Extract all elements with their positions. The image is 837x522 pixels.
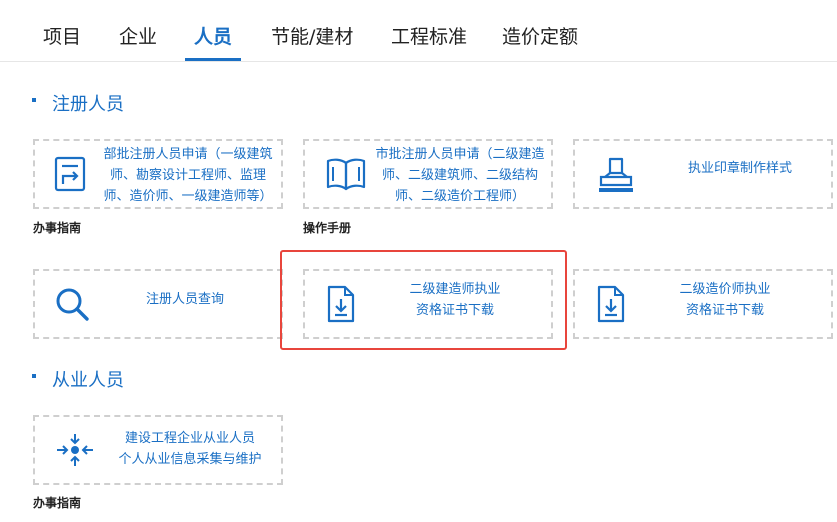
tab-project[interactable]: 项目 (43, 22, 81, 49)
card-registered-personnel-query[interactable]: 注册人员查询 (33, 269, 283, 339)
section-bullet (32, 98, 36, 102)
section-title-registered: 注册人员 (52, 94, 124, 115)
card-label-line: 个人从业信息采集与维护 (118, 452, 262, 467)
tab-engineering-standards[interactable]: 工程标准 (391, 22, 467, 49)
tab-cost-quota[interactable]: 造价定额 (502, 22, 578, 49)
card-label-line: 资格证书下载 (685, 303, 764, 318)
section-bullet (32, 374, 36, 378)
tab-enterprise[interactable]: 企业 (119, 22, 157, 49)
tab-energy-materials[interactable]: 节能/建材 (271, 22, 353, 49)
card-practitioner-info-maintenance[interactable]: 建设工程企业从业人员 个人从业信息采集与维护 (33, 415, 283, 485)
card-label-line: 注册人员查询 (145, 292, 224, 307)
stamp-icon (599, 157, 633, 192)
card-label-line: 执业印章制作样式 (687, 161, 792, 176)
card-label-line: 市批注册人员申请（二级建造 (375, 147, 545, 162)
top-tab-bar: 项目 企业 人员 节能/建材 工程标准 造价定额 (0, 0, 837, 62)
card-label-line: 建设工程企业从业人员 (124, 431, 255, 446)
card-city-registration-apply[interactable]: 市批注册人员申请（二级建造 师、二级建筑师、二级结构 师、二级造价工程师） (303, 139, 553, 209)
card-seal-style[interactable]: 执业印章制作样式 (573, 139, 833, 209)
document-export-icon (54, 156, 86, 192)
tab-personnel[interactable]: 人员 (194, 22, 232, 49)
card-constructor-certificate-download[interactable]: 二级建造师执业 资格证书下载 (303, 269, 553, 339)
search-icon (56, 288, 89, 321)
card-label-line: 师、造价师、一级建造师等） (103, 189, 273, 204)
link-service-guide-practitioners[interactable]: 办事指南 (33, 494, 81, 511)
link-service-guide[interactable]: 办事指南 (33, 219, 81, 236)
converge-arrows-icon (57, 434, 93, 466)
card-label-line: 部批注册人员申请（一级建筑 (103, 147, 273, 162)
card-label-line: 师、勘察设计工程师、监理 (109, 168, 266, 183)
file-download-icon (327, 285, 355, 323)
link-operation-manual[interactable]: 操作手册 (303, 219, 351, 236)
card-label-line: 师、二级建筑师、二级结构 (381, 168, 538, 183)
card-label-line: 二级建造师执业 (409, 282, 501, 297)
card-ministry-registration-apply[interactable]: 部批注册人员申请（一级建筑 师、勘察设计工程师、监理 师、造价师、一级建造师等） (33, 139, 283, 209)
card-label-line: 师、二级造价工程师） (394, 189, 525, 204)
card-label-line: 二级造价师执业 (679, 282, 771, 297)
section-title-practitioners: 从业人员 (52, 370, 124, 391)
card-cost-engineer-certificate-download[interactable]: 二级造价师执业 资格证书下载 (573, 269, 833, 339)
active-tab-indicator (185, 58, 241, 61)
open-book-icon (326, 158, 366, 191)
card-label-line: 资格证书下载 (415, 303, 494, 318)
file-download-icon (597, 285, 625, 323)
